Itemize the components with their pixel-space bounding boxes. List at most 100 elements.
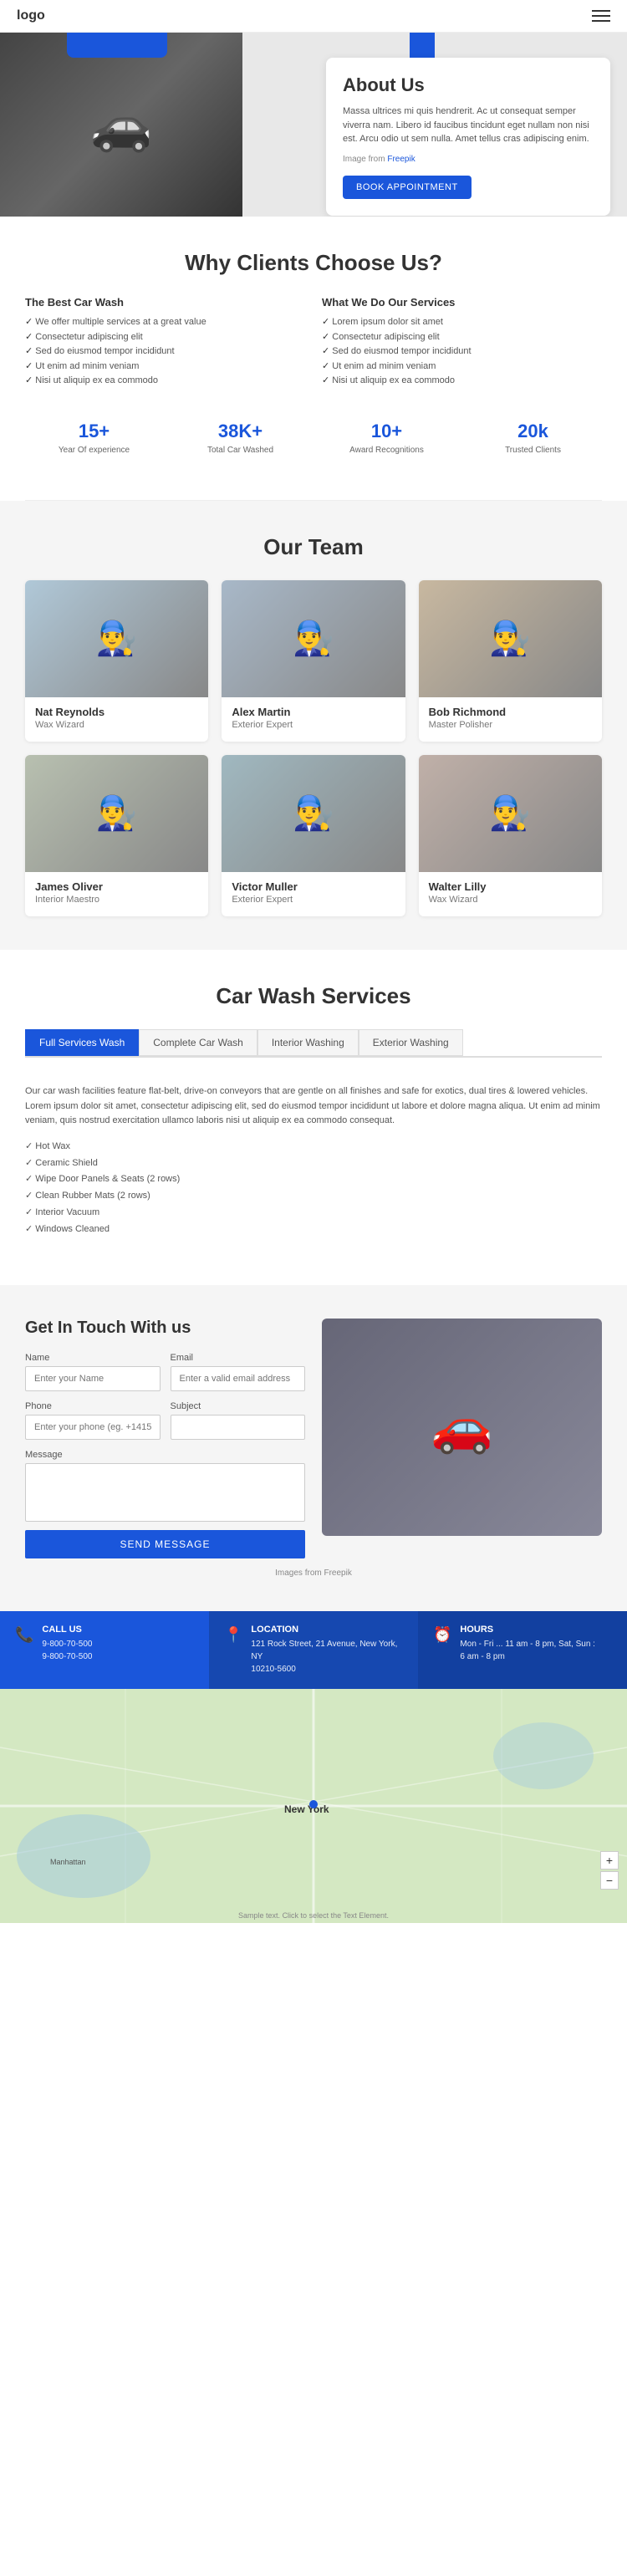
map-section: New York Manhattan + − Sample text. Clic… [0, 1689, 627, 1923]
team-member-role: Exterior Expert [232, 895, 395, 905]
team-member-name: Victor Muller [232, 880, 395, 893]
team-member-role: Wax Wizard [429, 895, 592, 905]
team-member-name: Walter Lilly [429, 880, 592, 893]
zoom-out-button[interactable]: − [600, 1871, 619, 1890]
footer-box-text: 9-800-70-500 [42, 1650, 92, 1663]
name-input[interactable] [25, 1366, 161, 1391]
message-field-group: Message [25, 1450, 305, 1522]
stat-box: 20kTrusted Clients [464, 409, 602, 467]
subject-field-group: Subject [171, 1401, 306, 1440]
footer-info-box: 📍 LOCATION 121 Rock Street, 21 Avenue, N… [209, 1611, 418, 1689]
send-message-button[interactable]: SEND MESSAGE [25, 1530, 305, 1558]
freepik-link[interactable]: Freepik [387, 155, 415, 164]
image-credit: Image from Freepik [343, 153, 594, 166]
zoom-in-button[interactable]: + [600, 1851, 619, 1870]
stat-number: 10+ [324, 421, 449, 442]
book-appointment-button[interactable]: BOOK APPOINTMENT [343, 176, 472, 199]
footer-box-icon: 📍 [224, 1626, 242, 1644]
service-tab[interactable]: Exterior Washing [359, 1029, 463, 1056]
phone-field-group: Phone [25, 1401, 161, 1440]
team-info: James Oliver Interior Maestro [25, 872, 208, 916]
services-section: Car Wash Services Full Services WashComp… [0, 950, 627, 1285]
why-col-1: The Best Car Wash We offer multiple serv… [25, 296, 305, 389]
about-text: Massa ultrices mi quis hendrerit. Ac ut … [343, 105, 594, 146]
footer-boxes: 📞 CALL US 9-800-70-5009-800-70-500 📍 LOC… [0, 1611, 627, 1689]
service-text: Our car wash facilities feature flat-bel… [25, 1084, 602, 1129]
footer-box-content: CALL US 9-800-70-5009-800-70-500 [42, 1625, 92, 1663]
form-row-1: Name Email [25, 1353, 305, 1391]
list-item: Nisi ut aliquip ex ea commodo [322, 374, 602, 389]
footer-box-text: 10210-5600 [251, 1663, 403, 1676]
list-item: Consectetur adipiscing elit [25, 330, 305, 345]
contact-image-placeholder: 🚗 [322, 1319, 602, 1536]
footer-box-content: LOCATION 121 Rock Street, 21 Avenue, New… [251, 1625, 403, 1676]
why-choose-section: Why Clients Choose Us? The Best Car Wash… [0, 217, 627, 500]
phone-label: Phone [25, 1401, 161, 1411]
team-image: 👨‍🔧 [25, 755, 208, 872]
about-card: About Us Massa ultrices mi quis hendreri… [326, 58, 610, 216]
message-label: Message [25, 1450, 305, 1460]
team-info: Bob Richmond Master Polisher [419, 697, 602, 742]
footer-info-box: 📞 CALL US 9-800-70-5009-800-70-500 [0, 1611, 209, 1689]
team-info: Nat Reynolds Wax Wizard [25, 697, 208, 742]
footer-box-text: Mon - Fri ... 11 am - 8 pm, Sat, Sun : [460, 1638, 595, 1650]
list-item: Sed do eiusmod tempor incididunt [322, 344, 602, 360]
team-card: 👨‍🔧 Nat Reynolds Wax Wizard [25, 580, 208, 742]
stat-label: Trusted Clients [471, 446, 595, 455]
contact-title: Get In Touch With us [25, 1319, 305, 1338]
team-image: 👨‍🔧 [419, 580, 602, 697]
stat-box: 38K+Total Car Washed [171, 409, 309, 467]
team-member-role: Wax Wizard [35, 720, 198, 730]
list-item: Sed do eiusmod tempor incididunt [25, 344, 305, 360]
footer-box-title: HOURS [460, 1625, 595, 1635]
subject-label: Subject [171, 1401, 306, 1411]
why-col2-title: What We Do Our Services [322, 296, 602, 309]
menu-button[interactable] [592, 10, 610, 22]
list-item: Consectetur adipiscing elit [322, 330, 602, 345]
hero-image [0, 33, 242, 217]
list-item: We offer multiple services at a great va… [25, 315, 305, 330]
footer-box-title: CALL US [42, 1625, 92, 1635]
service-tab[interactable]: Full Services Wash [25, 1029, 139, 1056]
message-input[interactable] [25, 1463, 305, 1522]
phone-input[interactable] [25, 1415, 161, 1440]
team-member-role: Exterior Expert [232, 720, 395, 730]
list-item: Interior Vacuum [25, 1205, 602, 1222]
footer-box-text: 121 Rock Street, 21 Avenue, New York, NY [251, 1638, 403, 1663]
footer-box-icon: ⏰ [433, 1626, 451, 1644]
service-list: Hot WaxCeramic ShieldWipe Door Panels & … [25, 1139, 602, 1238]
hero-image-placeholder [0, 33, 242, 217]
why-grid: The Best Car Wash We offer multiple serv… [25, 296, 602, 389]
contact-image: 🚗 [322, 1319, 602, 1536]
team-card: 👨‍🔧 Bob Richmond Master Polisher [419, 580, 602, 742]
stat-number: 15+ [32, 421, 156, 442]
team-member-name: Nat Reynolds [35, 706, 198, 718]
service-tab[interactable]: Complete Car Wash [139, 1029, 257, 1056]
list-item: Hot Wax [25, 1139, 602, 1155]
stats-grid: 15+Year Of experience38K+Total Car Washe… [25, 409, 602, 467]
team-member-name: Bob Richmond [429, 706, 592, 718]
logo: logo [17, 8, 45, 23]
list-item: Ceramic Shield [25, 1155, 602, 1172]
list-item: Windows Cleaned [25, 1222, 602, 1238]
subject-input[interactable] [171, 1415, 306, 1440]
svg-text:Manhattan: Manhattan [50, 1858, 86, 1866]
email-label: Email [171, 1353, 306, 1363]
name-field-group: Name [25, 1353, 161, 1391]
contact-form: Get In Touch With us Name Email Phone Su… [25, 1319, 305, 1558]
team-member-role: Interior Maestro [35, 895, 198, 905]
team-card: 👨‍🔧 Victor Muller Exterior Expert [222, 755, 405, 916]
team-member-role: Master Polisher [429, 720, 592, 730]
list-item: Wipe Door Panels & Seats (2 rows) [25, 1171, 602, 1188]
service-tab[interactable]: Interior Washing [257, 1029, 359, 1056]
hero-accent-top [67, 33, 167, 58]
svg-text:New York: New York [284, 1803, 329, 1815]
team-image: 👨‍🔧 [222, 580, 405, 697]
email-input[interactable] [171, 1366, 306, 1391]
stat-label: Total Car Washed [178, 446, 303, 455]
service-tabs: Full Services WashComplete Car WashInter… [25, 1029, 602, 1058]
team-member-name: Alex Martin [232, 706, 395, 718]
about-title: About Us [343, 74, 594, 96]
why-col2-list: Lorem ipsum dolor sit ametConsectetur ad… [322, 315, 602, 389]
why-choose-title: Why Clients Choose Us? [25, 250, 602, 276]
